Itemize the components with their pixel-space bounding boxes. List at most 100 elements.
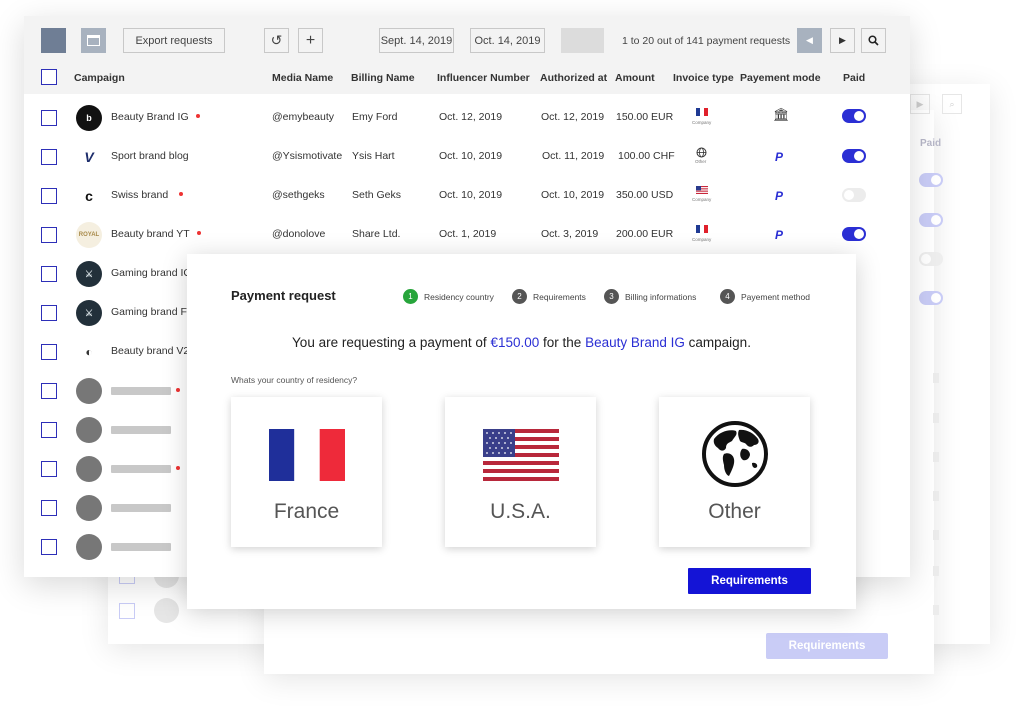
row-checkbox[interactable] (41, 305, 57, 321)
pagination-text: 1 to 20 out of 141 payment requests (622, 35, 791, 47)
add-icon[interactable]: + (298, 28, 323, 53)
paid-toggle[interactable] (842, 109, 866, 123)
row-checkbox[interactable] (41, 539, 57, 555)
ghost-toggle (919, 173, 943, 187)
media-name: @donolove (272, 228, 326, 240)
row-checkbox[interactable] (41, 500, 57, 516)
step-payement-method[interactable]: 4 Payement method (720, 289, 810, 304)
row-checkbox[interactable] (41, 461, 57, 477)
campaign-name[interactable]: Gaming brand FB (111, 306, 194, 318)
step-requirements[interactable]: 2 Requirements (512, 289, 586, 304)
refresh-icon[interactable]: ↺ (264, 28, 289, 53)
column-header-authorized-at[interactable]: Authorized at (540, 72, 607, 84)
summary-middle: for the (543, 335, 582, 350)
invoice-type: Company (692, 197, 712, 202)
influencer-number: Oct. 10, 2019 (439, 189, 503, 201)
row-checkbox[interactable] (41, 188, 57, 204)
invoice-type: Company (692, 237, 712, 242)
bank-icon: 🏛 (773, 107, 790, 122)
row-checkbox[interactable] (41, 110, 57, 126)
step-number: 4 (720, 289, 735, 304)
row-checkbox[interactable] (41, 422, 57, 438)
country-card-usa[interactable]: U.S.A. (445, 397, 596, 547)
invoice-type: Other (695, 159, 707, 164)
prev-page-icon[interactable]: ◀ (797, 28, 822, 53)
select-all-toggle[interactable] (41, 28, 66, 53)
usa-flag-icon (483, 429, 559, 481)
step-residency-country[interactable]: 1 Residency country (403, 289, 494, 304)
campaign-link[interactable]: Beauty Brand IG (585, 335, 685, 350)
row-checkbox[interactable] (41, 344, 57, 360)
text-placeholder (111, 543, 171, 551)
notification-dot (195, 114, 200, 119)
brand-logo: c (76, 183, 102, 209)
column-header-paid[interactable]: Paid (843, 72, 865, 84)
column-header-payement-mode[interactable]: Payement mode (740, 72, 821, 84)
amount: 200.00 EUR (616, 228, 674, 240)
column-header-amount[interactable]: Amount (615, 72, 655, 84)
row-checkbox[interactable] (41, 266, 57, 282)
column-header-campaign[interactable]: Campaign (74, 72, 125, 84)
date-from-field[interactable]: Sept. 14, 2019 (379, 28, 454, 53)
paid-toggle[interactable] (842, 149, 866, 163)
column-header-billing-name[interactable]: Billing Name (351, 72, 415, 84)
row-checkbox[interactable] (41, 227, 57, 243)
campaign-name[interactable]: Beauty brand YT (111, 228, 201, 240)
globe-icon (702, 421, 768, 487)
billing-name: Emy Ford (352, 111, 398, 123)
campaign-name[interactable]: Gaming brand IG (111, 267, 192, 279)
campaign-label: Beauty Brand IG (111, 111, 189, 123)
authorized-at: Oct. 10, 2019 (541, 189, 605, 201)
ghost-placeholder (933, 413, 939, 423)
row-checkbox[interactable] (41, 149, 57, 165)
payment-request-modal: Payment request 1 Residency country 2 Requ… (187, 254, 856, 609)
amount: 150.00 EUR (616, 111, 674, 123)
step-billing-informations[interactable]: 3 Billing informations (604, 289, 696, 304)
campaign-name[interactable]: Beauty brand V2 (111, 345, 189, 357)
campaign-name[interactable]: Swiss brand (111, 189, 184, 201)
country-card-france[interactable]: France (231, 397, 382, 547)
column-header-invoice-type[interactable]: Invoice type (673, 72, 734, 84)
ghost-toggle (919, 291, 943, 305)
column-header-influencer-number[interactable]: Influencer Number (437, 72, 530, 84)
authorized-at: Oct. 11, 2019 (542, 150, 605, 162)
paid-toggle[interactable] (842, 227, 866, 241)
search-button[interactable] (861, 28, 886, 53)
select-all-checkbox[interactable] (41, 69, 57, 85)
country-label: France (273, 500, 340, 523)
archive-button[interactable] (81, 28, 106, 53)
column-header-media-name[interactable]: Media Name (272, 72, 333, 84)
brand-logo: ⚔ (76, 300, 102, 326)
notification-dot (196, 231, 201, 236)
country-label: U.S.A. (490, 500, 551, 523)
export-requests-button[interactable]: Export requests (123, 28, 225, 53)
filter-placeholder[interactable] (561, 28, 604, 53)
notification-dot (176, 388, 180, 392)
text-placeholder (111, 387, 171, 395)
influencer-number: Oct. 1, 2019 (439, 228, 497, 240)
ghost-search-button: ⌕ (942, 94, 962, 114)
date-to-field[interactable]: Oct. 14, 2019 (470, 28, 545, 53)
step-number: 1 (403, 289, 418, 304)
row-checkbox[interactable] (41, 383, 57, 399)
avatar-placeholder (76, 456, 102, 482)
step-label: Requirements (533, 291, 586, 302)
notification-dot (179, 192, 184, 197)
search-icon (868, 35, 879, 46)
campaign-name[interactable]: Sport brand blog (111, 150, 189, 162)
media-name: @emybeauty (272, 111, 335, 123)
ghost-avatar (154, 598, 179, 623)
ghost-placeholder (933, 452, 939, 462)
requirements-button[interactable]: Requirements (688, 568, 811, 594)
campaign-name[interactable]: Beauty Brand IG (111, 111, 200, 123)
ghost-paid-header: Paid (920, 138, 942, 149)
france-flag-icon (696, 108, 708, 116)
avatar-placeholder (76, 378, 102, 404)
country-card-other[interactable]: Other (659, 397, 810, 547)
brand-logo: ◐ (76, 339, 102, 365)
next-page-icon[interactable]: ▶ (830, 28, 855, 53)
authorized-at: Oct. 12, 2019 (541, 111, 605, 123)
paid-toggle[interactable] (842, 188, 866, 202)
modal-title: Payment request (231, 288, 336, 303)
ghost-placeholder (933, 605, 939, 615)
